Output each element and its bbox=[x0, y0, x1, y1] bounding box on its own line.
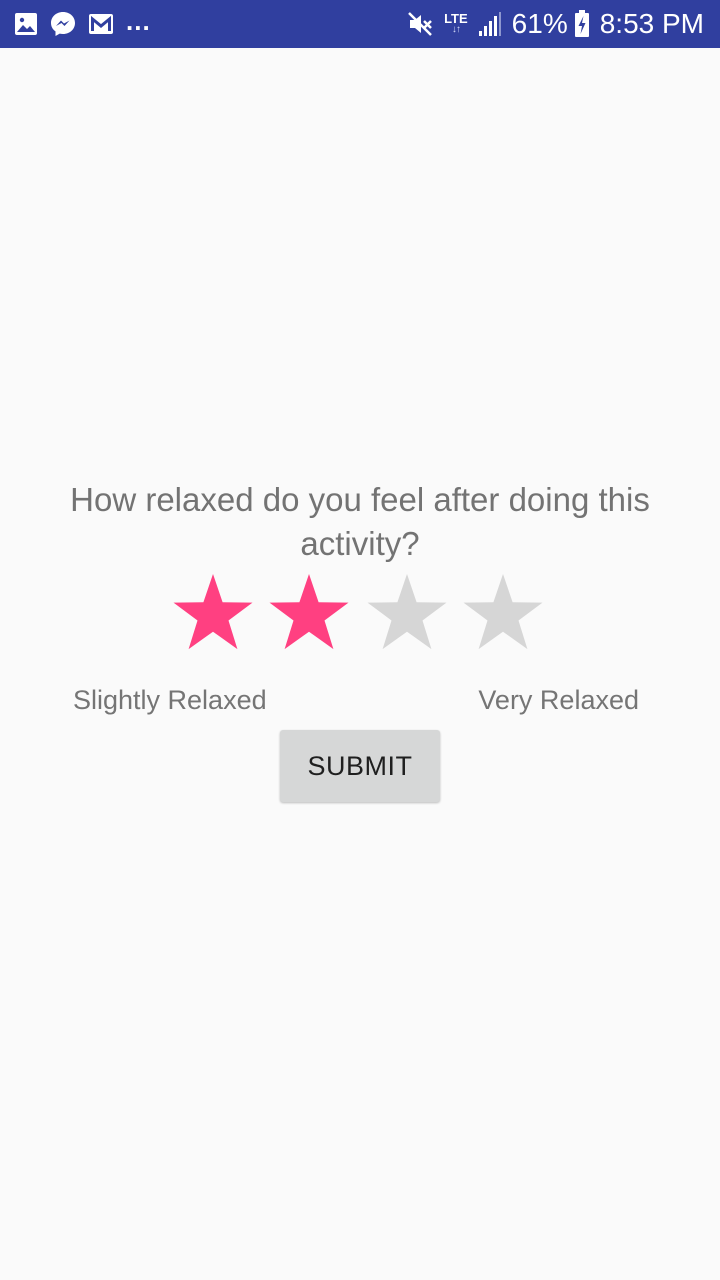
clock: 8:53 PM bbox=[599, 8, 704, 39]
messenger-icon bbox=[51, 12, 75, 36]
submit-button[interactable]: SUBMIT bbox=[280, 730, 440, 802]
battery-percent: 61% bbox=[511, 8, 568, 39]
rating-question: How relaxed do you feel after doing this… bbox=[70, 481, 650, 562]
signal-icon bbox=[478, 12, 501, 36]
star-rating-bar[interactable] bbox=[170, 572, 554, 656]
star-2[interactable] bbox=[266, 572, 352, 656]
star-4[interactable] bbox=[460, 572, 546, 656]
notification-icons: ... bbox=[14, 0, 151, 48]
status-bar: ... LTE ↓↑ 61% 8:53 PM bbox=[0, 0, 720, 48]
rating-screen: How relaxed do you feel after doing this… bbox=[0, 48, 720, 1280]
system-icons: LTE ↓↑ 61% 8:53 PM bbox=[406, 0, 704, 48]
scale-min-label: Slightly Relaxed bbox=[73, 685, 267, 715]
gallery-icon bbox=[15, 13, 37, 35]
battery-charging-icon bbox=[574, 10, 589, 37]
more-notifications: ... bbox=[126, 6, 151, 36]
scale-max-label: Very Relaxed bbox=[478, 685, 639, 715]
star-3[interactable] bbox=[364, 572, 450, 656]
mute-icon bbox=[408, 12, 432, 36]
gmail-icon bbox=[89, 14, 113, 34]
star-1[interactable] bbox=[170, 572, 256, 656]
data-arrows-icon: ↓↑ bbox=[451, 24, 461, 35]
network-indicator: LTE ↓↑ bbox=[444, 12, 468, 35]
